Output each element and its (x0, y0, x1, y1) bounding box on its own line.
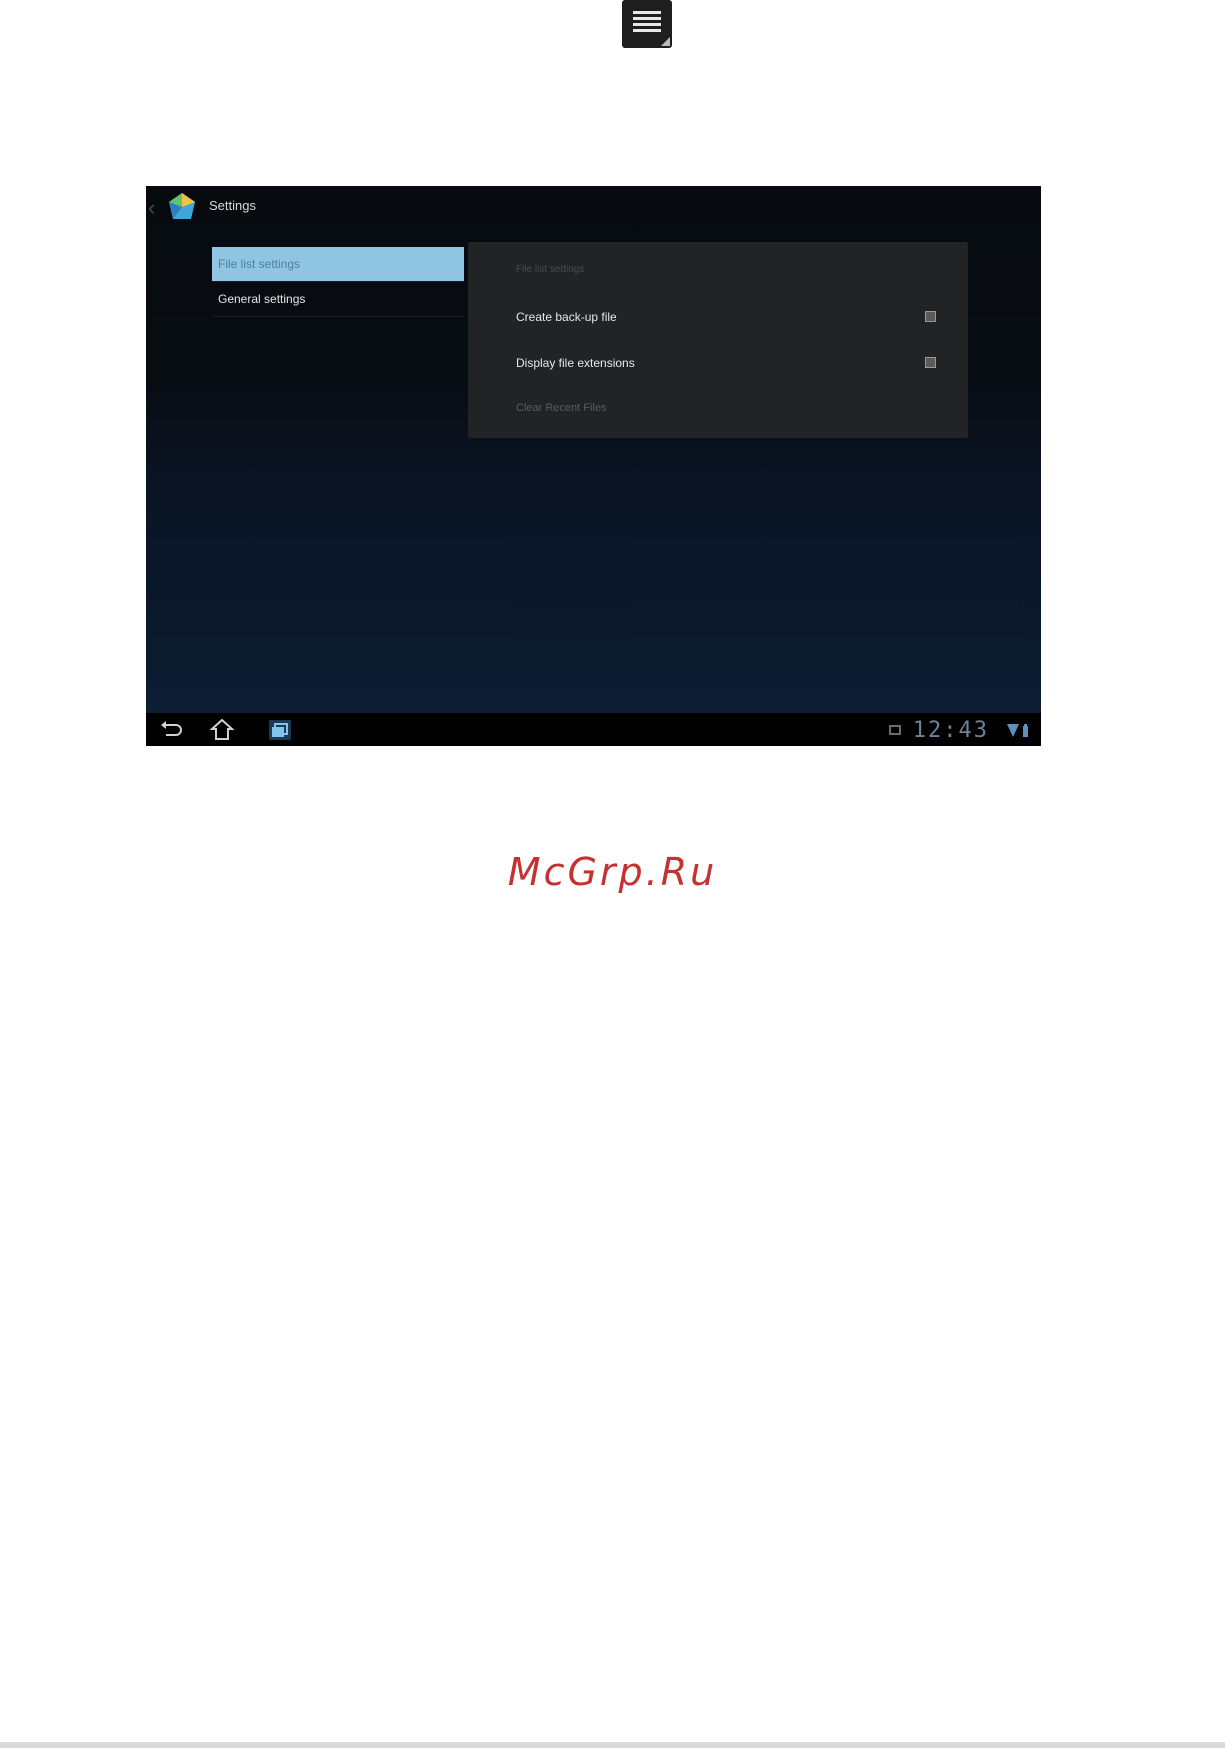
pref-label: Create back-up file (516, 310, 617, 324)
up-caret-icon[interactable]: ‹ (148, 196, 162, 220)
menu-bars (633, 11, 661, 35)
display-extensions-checkbox[interactable] (925, 357, 936, 368)
watermark-text: McGrp.Ru (507, 850, 718, 894)
panel-header: File list settings (516, 264, 585, 275)
system-nav-bar: 12:43 (146, 713, 1041, 746)
bottom-divider (0, 1742, 1225, 1748)
tablet-screenshot: ‹ Settings File list settings General se… (146, 186, 1041, 746)
notification-icon[interactable] (888, 725, 901, 735)
pref-create-backup[interactable]: Create back-up file (516, 302, 946, 332)
clear-recent-files-item[interactable]: Clear Recent Files (516, 402, 606, 414)
clock: 12:43 (912, 717, 989, 743)
status-area[interactable]: 12:43 (888, 717, 1031, 743)
menu-corner-indicator (661, 37, 670, 46)
create-backup-checkbox[interactable] (925, 311, 936, 322)
settings-app-icon[interactable] (166, 191, 198, 223)
settings-category-list: File list settings General settings (212, 247, 464, 317)
home-icon[interactable] (208, 717, 236, 743)
recent-apps-icon[interactable] (266, 717, 294, 743)
menu-icon[interactable] (622, 0, 672, 48)
action-bar: ‹ Settings (146, 186, 1041, 232)
list-item-general-settings[interactable]: General settings (212, 282, 464, 317)
pref-display-extensions[interactable]: Display file extensions (516, 348, 946, 378)
pref-label: Display file extensions (516, 356, 635, 370)
wifi-battery-icon (1007, 724, 1028, 737)
app-title: Settings (209, 198, 256, 213)
settings-detail-panel: File list settings Create back-up file D… (468, 242, 968, 438)
list-item-file-list-settings[interactable]: File list settings (212, 247, 464, 282)
back-icon[interactable] (158, 717, 186, 743)
